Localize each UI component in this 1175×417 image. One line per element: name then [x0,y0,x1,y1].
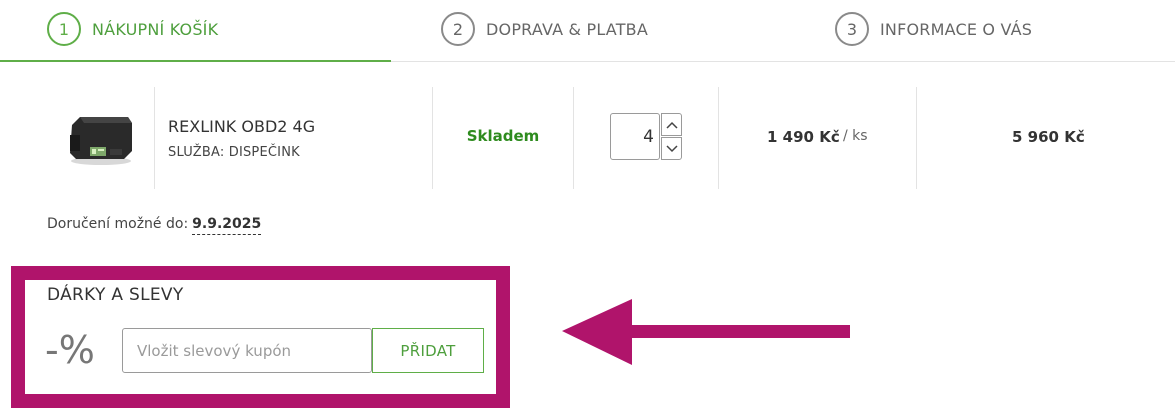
chevron-up-icon [665,121,678,129]
column-divider [573,87,574,189]
product-name[interactable]: REXLINK OBD2 4G [168,117,315,136]
column-divider [154,87,155,189]
delivery-info: Doručení možné do: 9.9.2025 [47,216,262,235]
gifts-discounts-title: DÁRKY A SLEVY [47,285,184,305]
stock-status: Skladem [466,127,540,145]
item-total-price: 5 960 Kč [1012,128,1085,146]
step-cart[interactable]: 1 NÁKUPNÍ KOŠÍK [47,11,218,47]
discount-percent-icon: -% [45,328,95,372]
quantity-increase-button[interactable] [661,113,682,136]
step-customer-info[interactable]: 3 INFORMACE O VÁS [835,11,1032,47]
step-label: DOPRAVA & PLATBA [486,19,648,39]
step-shipping-payment[interactable]: 2 DOPRAVA & PLATBA [441,11,648,47]
column-divider [916,87,917,189]
product-service: SLUŽBA: DISPEČINK [168,145,300,160]
delivery-label: Doručení možné do: [47,216,189,232]
step-number: 2 [441,12,475,46]
cart-item-row: REXLINK OBD2 4G SLUŽBA: DISPEČINK Sklade… [0,87,1175,189]
chevron-down-icon [665,144,678,152]
unit-price: 1 490 Kč [767,128,840,146]
active-step-underline [0,60,391,62]
coupon-input[interactable] [122,328,372,373]
quantity-input[interactable] [610,113,660,160]
step-label: NÁKUPNÍ KOŠÍK [92,19,219,39]
product-image[interactable] [66,109,136,167]
column-divider [718,87,719,189]
step-label: INFORMACE O VÁS [880,19,1033,39]
arrow-left-icon [562,299,850,365]
step-number: 3 [835,12,869,46]
add-coupon-button[interactable]: PŘIDAT [372,328,484,373]
step-number: 1 [47,12,81,46]
delivery-date[interactable]: 9.9.2025 [192,216,262,235]
quantity-decrease-button[interactable] [661,137,682,160]
checkout-steps: 1 NÁKUPNÍ KOŠÍK 2 DOPRAVA & PLATBA 3 INF… [0,0,1175,62]
quantity-stepper [610,113,682,160]
unit-label: / ks [843,128,868,144]
